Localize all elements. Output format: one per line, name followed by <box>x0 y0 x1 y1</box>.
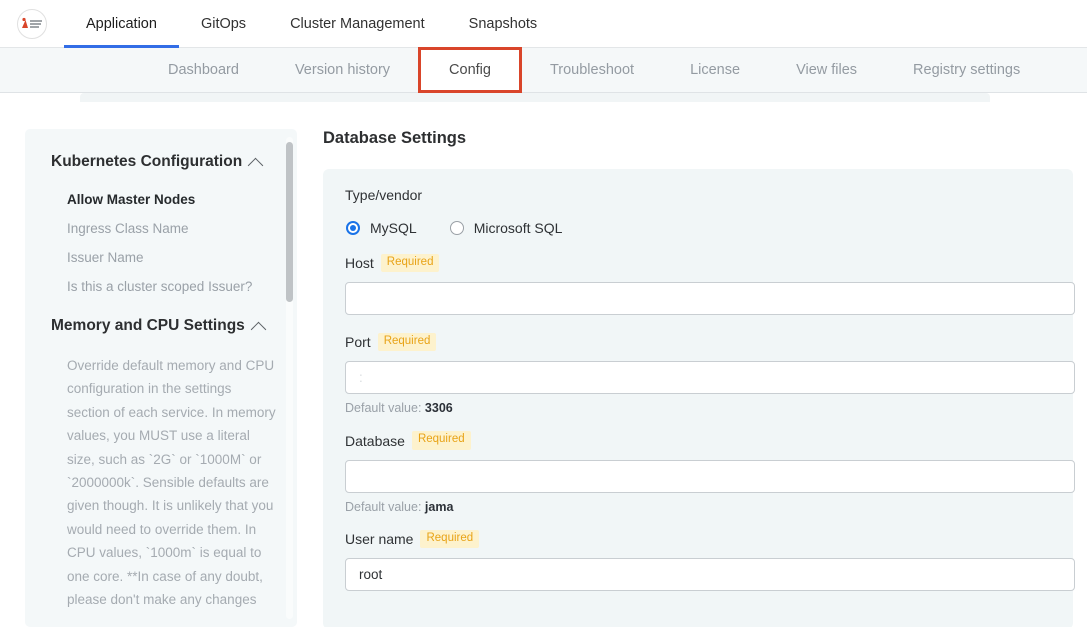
default-value: 3306 <box>424 401 453 416</box>
logo-mark <box>22 17 42 28</box>
host-field-label: Host Required <box>334 254 1055 273</box>
page-title: Database Settings <box>323 129 467 147</box>
radio-option-microsoft-sql[interactable]: Microsoft SQL <box>449 220 563 236</box>
subnav-item-registry-settings[interactable]: Registry settings <box>885 48 1048 92</box>
database-default-note: Default value: jama <box>345 500 1055 514</box>
username-input[interactable] <box>345 557 1075 591</box>
port-input[interactable] <box>345 361 1075 395</box>
required-badge: Required <box>420 529 480 548</box>
subnav-item-view-files[interactable]: View files <box>768 48 885 92</box>
page-body: Kubernetes Configuration Allow Master No… <box>0 93 1087 627</box>
subnav-item-troubleshoot[interactable]: Troubleshoot <box>522 48 662 92</box>
database-input[interactable] <box>345 459 1075 493</box>
radio-label-microsoft-sql: Microsoft SQL <box>473 220 563 236</box>
top-navigation-bar: Application GitOps Cluster Management Sn… <box>0 0 1087 48</box>
subnav-item-dashboard[interactable]: Dashboard <box>140 48 267 92</box>
sidebar-item-label: Allow Master Nodes <box>67 192 196 207</box>
database-input-wrap: Default value: jama <box>334 459 1075 514</box>
subnav-item-config[interactable]: Config <box>418 47 522 93</box>
radio-option-mysql[interactable]: MySQL <box>346 220 417 236</box>
topnav-label: Cluster Management <box>290 15 425 32</box>
port-field-label: Port Required <box>334 333 1055 352</box>
subnav-label: Registry settings <box>913 62 1021 78</box>
database-field-label: Database Required <box>334 431 1055 450</box>
app-logo[interactable] <box>0 0 64 47</box>
topnav-item-application[interactable]: Application <box>64 0 179 48</box>
default-value-prefix: Default value: <box>345 499 422 514</box>
sidebar-content: Kubernetes Configuration Allow Master No… <box>25 129 297 611</box>
subnav-label: View files <box>796 62 858 78</box>
host-input-wrap <box>334 282 1075 316</box>
sidebar-group-description: Override default memory and CPU configur… <box>67 358 276 608</box>
sidebar-group-memory-and-cpu-settings[interactable]: Memory and CPU Settings <box>51 317 277 337</box>
required-badge: Required <box>411 431 471 450</box>
default-value-prefix: Default value: <box>345 401 422 416</box>
sub-navigation-bar: Dashboard Version history Config Trouble… <box>0 47 1087 93</box>
sidebar-item-cluster-scoped-issuer[interactable]: Is this a cluster scoped Issuer? <box>51 272 277 301</box>
type-vendor-label-text: Type/vendor <box>345 187 423 203</box>
topnav-label: Snapshots <box>468 15 538 32</box>
sidebar-item-label: Ingress Class Name <box>67 221 189 236</box>
subnav-label: Troubleshoot <box>549 62 635 78</box>
username-input-wrap <box>334 557 1075 591</box>
sidebar-group-label: Kubernetes Configuration <box>51 153 243 170</box>
required-badge: Required <box>380 254 440 273</box>
topnav-label: GitOps <box>200 15 247 32</box>
chevron-up-icon <box>250 321 267 337</box>
subnav-item-license[interactable]: License <box>662 48 768 92</box>
subnav-label: Config <box>449 62 491 78</box>
sidebar-group-kubernetes-configuration[interactable]: Kubernetes Configuration <box>51 153 277 173</box>
sidebar-item-allow-master-nodes[interactable]: Allow Master Nodes <box>51 185 277 214</box>
config-sidebar: Kubernetes Configuration Allow Master No… <box>25 129 297 627</box>
radio-indicator-microsoft-sql[interactable] <box>449 221 464 235</box>
topnav-label: Application <box>86 15 157 32</box>
config-main-content: Database Settings Type/vendor MySQL Micr… <box>323 129 1075 627</box>
sidebar-item-label: Issuer Name <box>67 250 144 265</box>
username-label-text: User name <box>345 530 414 547</box>
radio-label-mysql: MySQL <box>370 220 417 236</box>
sidebar-item-ingress-class-name[interactable]: Ingress Class Name <box>51 214 277 243</box>
top-nav-items: Application GitOps Cluster Management Sn… <box>64 0 560 48</box>
topnav-item-gitops[interactable]: GitOps <box>179 0 268 47</box>
jama-software-logo-icon <box>17 8 47 39</box>
subnav-label: Dashboard <box>168 62 239 78</box>
port-label-text: Port <box>345 334 371 351</box>
host-input[interactable] <box>345 282 1075 316</box>
host-label-text: Host <box>345 255 374 272</box>
sidebar-item-issuer-name[interactable]: Issuer Name <box>51 243 277 272</box>
sidebar-group-label: Memory and CPU Settings <box>51 317 245 334</box>
type-vendor-radio-group: MySQL Microsoft SQL <box>334 220 1055 236</box>
database-settings-card: Type/vendor MySQL Microsoft SQL Host Req… <box>323 169 1075 627</box>
radio-indicator-mysql[interactable] <box>346 221 360 235</box>
port-input-wrap: Default value: 3306 <box>334 361 1075 415</box>
subnav-label: Version history <box>294 62 391 78</box>
default-value: jama <box>424 499 454 514</box>
sidebar-scrollbar-thumb[interactable] <box>286 142 293 302</box>
sidebar-scrollbar-track[interactable] <box>286 137 293 619</box>
port-default-note: Default value: 3306 <box>345 401 1055 415</box>
type-vendor-label: Type/vendor <box>334 187 1055 203</box>
sidebar-item-label: Is this a cluster scoped Issuer? <box>67 279 253 294</box>
subnav-label: License <box>690 62 741 78</box>
topnav-item-snapshots[interactable]: Snapshots <box>447 0 560 47</box>
topnav-item-cluster-management[interactable]: Cluster Management <box>268 0 447 47</box>
username-field-label: User name Required <box>334 529 1055 548</box>
required-badge: Required <box>377 333 437 352</box>
database-label-text: Database <box>345 432 405 449</box>
subnav-item-version-history[interactable]: Version history <box>267 48 418 92</box>
chevron-up-icon <box>247 157 264 173</box>
